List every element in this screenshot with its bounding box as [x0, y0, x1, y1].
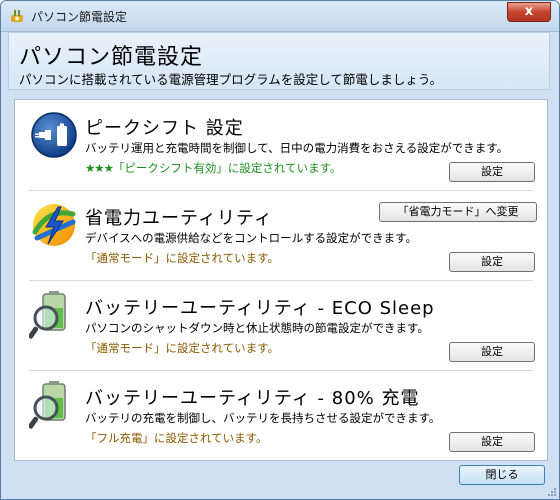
star-rating: ★★★	[85, 161, 114, 175]
item-status: 「通常モード」に設定されています。	[85, 251, 280, 265]
battery-magnifier-icon	[29, 381, 66, 429]
list-item-eco-sleep: バッテリーユーティリティ - ECO Sleep パソコンのシャットダウン時と休…	[15, 280, 547, 370]
battery-magnifier-icon	[29, 291, 66, 339]
window-close-button[interactable]: x	[507, 2, 551, 22]
app-window: パソコン節電設定 x パソコン節電設定 パソコンに搭載されている電源管理プログラ…	[0, 0, 560, 500]
item-status: 「フル充電」に設定されています。	[85, 431, 268, 445]
peak-shift-settings-button[interactable]: 設定	[449, 162, 535, 182]
app-plug-icon	[11, 10, 23, 22]
item-description: バッテリ運用と充電時間を制御して、日中の電力消費をおさえる設定ができます。	[85, 141, 509, 155]
resize-grip-icon[interactable]	[547, 487, 557, 497]
item-status: 「通常モード」に設定されています。	[85, 341, 280, 355]
window-title: パソコン節電設定	[31, 10, 128, 24]
list-item-80-charge: バッテリーユーティリティ - 80% 充電 バッテリの充電を制御し、バッテリを長…	[15, 370, 547, 460]
item-title: バッテリーユーティリティ - 80% 充電	[85, 388, 420, 409]
item-description: パソコンのシャットダウン時と休止状態時の節電設定ができます。	[85, 321, 429, 335]
peak-shift-plug-battery-icon	[31, 112, 77, 158]
item-title: 省電力ユーティリティ	[85, 208, 273, 229]
item-description: バッテリの充電を制御し、バッテリを長持ちさせる設定ができます。	[85, 411, 441, 425]
close-button[interactable]: 閉じる	[459, 465, 545, 485]
title-bar[interactable]: パソコン節電設定 x	[1, 1, 559, 32]
item-title: バッテリーユーティリティ - ECO Sleep	[85, 298, 435, 319]
power-saving-settings-button[interactable]: 設定	[449, 252, 535, 272]
list-item-power-saving: 省電力ユーティリティ デバイスへの電源供給などをコントロールする設定ができます。…	[15, 190, 547, 280]
list-item-peak-shift: ピークシフト 設定 バッテリ運用と充電時間を制御して、日中の電力消費をおさえる設…	[15, 100, 547, 190]
charge-80-settings-button[interactable]: 設定	[449, 432, 535, 452]
settings-panel: ピークシフト 設定 バッテリ運用と充電時間を制御して、日中の電力消費をおさえる設…	[14, 99, 548, 461]
item-status: ★★★「ピークシフト有効」に設定されています。	[85, 160, 341, 176]
change-to-power-saving-mode-button[interactable]: 「省電力モード」へ変更	[379, 202, 537, 222]
item-title: ピークシフト 設定	[85, 118, 244, 139]
page-subtitle: パソコンに搭載されている電源管理プログラムを設定して節電しましょう。	[19, 72, 443, 87]
power-saving-lightning-icon	[32, 204, 76, 246]
eco-sleep-settings-button[interactable]: 設定	[449, 342, 535, 362]
item-description: デバイスへの電源供給などをコントロールする設定ができます。	[85, 231, 418, 245]
header-banner: パソコン節電設定 パソコンに搭載されている電源管理プログラムを設定して節電しまし…	[8, 32, 550, 90]
page-title: パソコン節電設定	[19, 45, 204, 70]
item-status-text: 「ピークシフト有効」に設定されています。	[112, 161, 342, 175]
